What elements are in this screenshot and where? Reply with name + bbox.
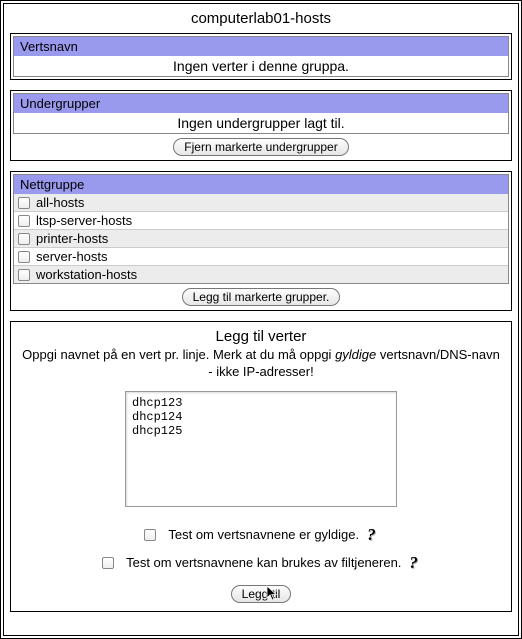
hostname-section: Vertsnavn Ingen verter i denne gruppa. (10, 33, 512, 80)
netgroup-label: printer-hosts (36, 231, 108, 246)
add-hosts-section: Legg til verter Oppgi navnet på en vert … (10, 321, 512, 612)
subgroups-header: Undergrupper (14, 94, 508, 113)
netgroup-checkbox[interactable] (18, 251, 30, 263)
netgroup-row: all-hosts (14, 194, 508, 211)
hostname-empty-message: Ingen verter i denne gruppa. (14, 56, 508, 76)
check-fileserver-label: Test om vertsnavnene kan brukes av filtj… (126, 555, 401, 570)
hosts-textarea[interactable] (125, 391, 397, 507)
subgroups-empty-message: Ingen undergrupper lagt til. (14, 113, 508, 133)
check-fileserver-checkbox[interactable] (102, 557, 114, 569)
netgroup-header: Nettgruppe (14, 175, 508, 194)
netgroup-section: Nettgruppe all-hosts ltsp-server-hosts pri… (10, 171, 512, 311)
hostname-header: Vertsnavn (14, 37, 508, 56)
window-inner-frame: computerlab01-hosts Vertsnavn Ingen vert… (3, 3, 519, 636)
submit-add-button[interactable]: Legg til (231, 585, 292, 603)
help-icon[interactable]: ? (365, 525, 378, 545)
netgroup-label: server-hosts (36, 249, 108, 264)
window-outer-frame: computerlab01-hosts Vertsnavn Ingen vert… (0, 0, 522, 639)
subgroups-section: Undergrupper Ingen undergrupper lagt til… (10, 90, 512, 161)
netgroup-row: workstation-hosts (14, 265, 508, 283)
netgroup-label: workstation-hosts (36, 267, 137, 282)
netgroup-checkbox[interactable] (18, 197, 30, 209)
check-valid-label: Test om vertsnavnene er gyldige. (168, 527, 359, 542)
help-icon[interactable]: ? (407, 553, 420, 573)
page-title: computerlab01-hosts (10, 8, 512, 33)
netgroup-checkbox[interactable] (18, 269, 30, 281)
netgroup-table: Nettgruppe all-hosts ltsp-server-hosts pri… (13, 174, 509, 284)
netgroup-label: ltsp-server-hosts (36, 213, 132, 228)
netgroup-row: printer-hosts (14, 229, 508, 247)
remove-subgroups-button[interactable]: Fjern markerte undergrupper (173, 138, 348, 156)
netgroup-checkbox[interactable] (18, 233, 30, 245)
add-hosts-title: Legg til verter (15, 326, 507, 347)
check-valid-checkbox[interactable] (144, 529, 156, 541)
netgroup-label: all-hosts (36, 195, 84, 210)
netgroup-checkbox[interactable] (18, 215, 30, 227)
netgroup-row: server-hosts (14, 247, 508, 265)
add-hosts-instruction: Oppgi navnet på en vert pr. linje. Merk … (15, 347, 507, 387)
add-groups-button[interactable]: Legg til markerte grupper. (182, 288, 341, 306)
netgroup-row: ltsp-server-hosts (14, 211, 508, 229)
